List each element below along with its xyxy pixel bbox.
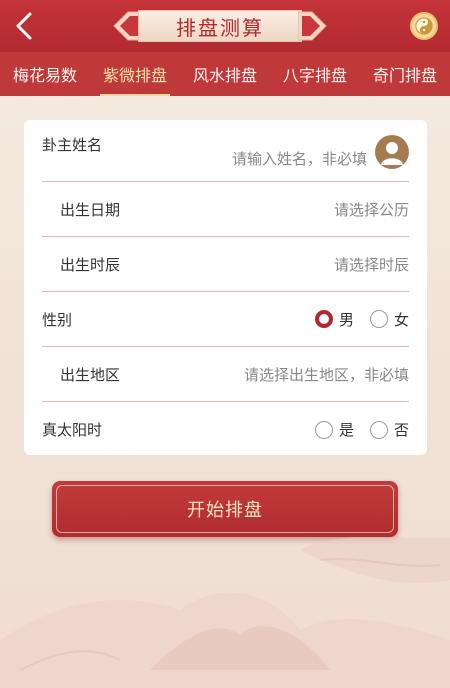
tab-bar: 梅花易数 紫微排盘 风水排盘 八字排盘 奇门排盘 — [0, 52, 450, 96]
birth-hour-picker[interactable]: 请选择时辰 — [334, 254, 409, 275]
name-label: 卦主姓名 — [42, 136, 103, 154]
chevron-left-icon — [16, 12, 32, 40]
gender-female-radio[interactable] — [369, 310, 388, 328]
birth-date-picker[interactable]: 请选择公历 — [334, 199, 409, 220]
tab-ziwei[interactable]: 紫微排盘 — [90, 52, 180, 96]
back-button[interactable] — [8, 10, 40, 42]
solar-time-no-label: 否 — [393, 421, 409, 439]
banner-right-ornament — [298, 11, 327, 41]
solar-time-yes-radio[interactable] — [314, 420, 333, 439]
gender-female-option[interactable]: 女 — [369, 309, 409, 330]
birth-place-label: 出生地区 — [60, 365, 121, 384]
gender-male-label: 男 — [338, 310, 354, 329]
solar-time-yes-label: 是 — [338, 421, 354, 439]
solar-time-label: 真太阳时 — [42, 421, 103, 439]
gender-radio-group: 男 女 — [307, 309, 409, 330]
birth-place-row[interactable]: 出生地区 请选择出生地区，非必填 — [42, 347, 409, 402]
background-cloud-art — [0, 537, 450, 688]
avatar-button[interactable] — [375, 135, 409, 169]
app-header: 排盘测算 — [0, 0, 450, 52]
solar-time-row: 真太阳时 是 否 — [42, 402, 409, 457]
gender-male-radio[interactable] — [314, 310, 333, 328]
tab-fengshui[interactable]: 风水排盘 — [180, 52, 270, 96]
name-row: 卦主姓名 请输入姓名，非必填 — [42, 120, 409, 182]
solar-time-no-radio[interactable] — [369, 420, 388, 439]
name-input[interactable]: 请输入姓名，非必填 — [232, 148, 367, 169]
name-field-group: 请输入姓名，非必填 — [232, 134, 409, 169]
gender-male-option[interactable]: 男 — [314, 309, 354, 330]
tab-meihua[interactable]: 梅花易数 — [0, 52, 90, 96]
birth-hour-row[interactable]: 出生时辰 请选择时辰 — [42, 237, 409, 292]
chart-form: 卦主姓名 请输入姓名，非必填 出生日期 请选择公历 出生时辰 请选择时辰 性别 … — [24, 120, 427, 455]
solar-time-radio-group: 是 否 — [307, 419, 409, 440]
title-banner: 排盘测算 — [112, 8, 328, 44]
start-button-label: 开始排盘 — [187, 500, 263, 521]
birth-date-label: 出生日期 — [60, 200, 121, 219]
birth-hour-label: 出生时辰 — [60, 255, 121, 274]
page-title: 排盘测算 — [138, 10, 302, 42]
gender-label: 性别 — [42, 310, 73, 329]
yinyang-button[interactable] — [410, 12, 438, 40]
gender-row: 性别 男 女 — [42, 292, 409, 347]
birth-date-row[interactable]: 出生日期 请选择公历 — [42, 182, 409, 237]
tab-qimen[interactable]: 奇门排盘 — [360, 52, 450, 96]
birth-place-picker[interactable]: 请选择出生地区，非必填 — [244, 364, 409, 385]
solar-time-yes-option[interactable]: 是 — [314, 419, 354, 440]
tab-bazi[interactable]: 八字排盘 — [270, 52, 360, 96]
user-avatar-icon — [381, 142, 403, 165]
yinyang-icon — [415, 17, 433, 35]
solar-time-no-option[interactable]: 否 — [369, 419, 409, 440]
gender-female-label: 女 — [393, 310, 409, 329]
